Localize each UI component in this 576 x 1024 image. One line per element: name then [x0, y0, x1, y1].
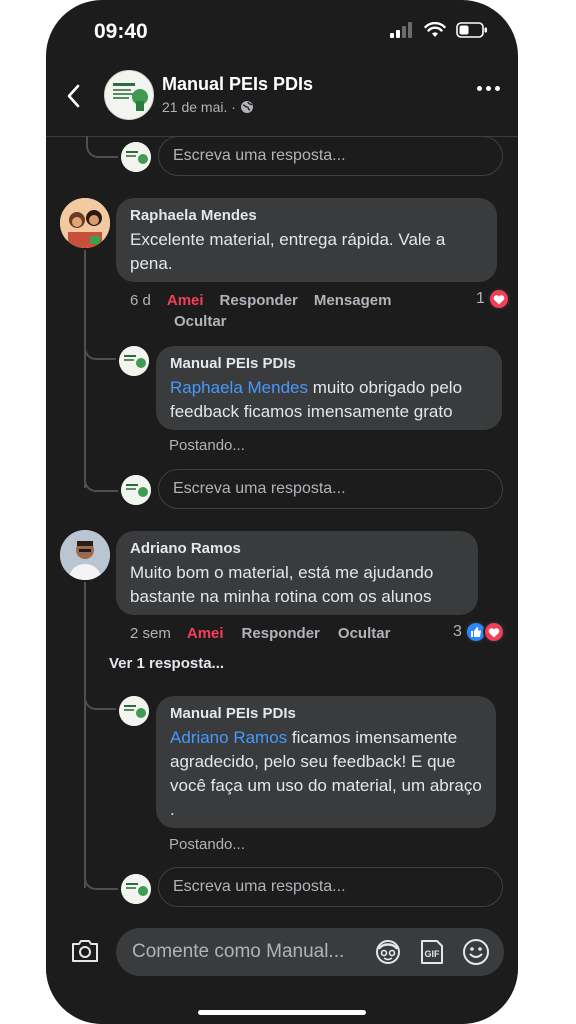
emoji-icon[interactable] [462, 938, 490, 966]
reply-button[interactable]: Responder [242, 625, 320, 642]
page-name[interactable]: Manual PEIs PDIs [162, 74, 313, 95]
react-button[interactable]: Amei [187, 625, 224, 642]
comment-author[interactable]: Raphaela Mendes [130, 207, 483, 224]
svg-text:GIF: GIF [425, 949, 441, 959]
reply-button[interactable]: Responder [220, 292, 298, 309]
avatar[interactable] [60, 198, 110, 248]
reply-avatar [121, 142, 151, 172]
comment-text: Muito bom o material, está me ajudando b… [130, 563, 434, 606]
thread-connector [84, 336, 116, 360]
thread-line [84, 250, 86, 488]
back-arrow-icon[interactable] [64, 82, 84, 110]
comment-bubble[interactable]: Adriano Ramos Muito bom o material, está… [116, 531, 478, 615]
reply-avatar[interactable] [119, 696, 149, 726]
view-replies-link[interactable]: Ver 1 resposta... [109, 655, 224, 672]
battery-icon [456, 22, 487, 38]
comment-actions: 2 sem Amei Responder Ocultar [130, 623, 390, 644]
thread-connector [84, 686, 116, 710]
home-indicator[interactable] [198, 1010, 366, 1015]
heart-icon [487, 288, 510, 310]
reaction-summary[interactable]: 1 [476, 288, 510, 310]
posting-status: Postando... [169, 836, 245, 853]
comment-time: 6 d [130, 292, 151, 309]
heart-icon [482, 621, 505, 643]
reaction-count: 3 [453, 623, 462, 640]
post-meta: 21 de mai. · [162, 99, 254, 115]
status-icons [390, 22, 488, 38]
reply-text: Adriano Ramos ficamos imensamente agrade… [170, 726, 482, 822]
reply-input[interactable]: Escreva uma resposta... [158, 136, 503, 176]
reply-author[interactable]: Manual PEIs PDIs [170, 355, 488, 372]
post-date: 21 de mai. · [162, 99, 236, 115]
post-header: Manual PEIs PDIs 21 de mai. · [46, 56, 518, 137]
hide-button[interactable]: Ocultar [338, 625, 391, 642]
comment-placeholder: Comente como Manual... [132, 941, 345, 962]
reply-author[interactable]: Manual PEIs PDIs [170, 705, 482, 722]
mention-link[interactable]: Raphaela Mendes [170, 378, 308, 397]
comment-author[interactable]: Adriano Ramos [130, 540, 464, 557]
comment-composer: Comente como Manual... GIF [46, 918, 518, 1024]
page-logo-icon [105, 71, 153, 119]
gif-icon[interactable]: GIF [418, 938, 446, 966]
reply-input[interactable]: Escreva uma resposta... [158, 867, 503, 907]
page-avatar[interactable] [104, 70, 154, 120]
globe-icon [240, 101, 253, 113]
thread-connector [84, 868, 118, 890]
comment-time: 2 sem [130, 625, 171, 642]
signal-icon [390, 22, 412, 38]
hide-button[interactable]: Ocultar [174, 313, 227, 330]
thread-connector [84, 470, 118, 492]
reaction-summary[interactable]: 3 [453, 621, 505, 643]
comment-bubble[interactable]: Raphaela Mendes Excelente material, entr… [116, 198, 497, 282]
comment-text: Excelente material, entrega rápida. Vale… [130, 230, 446, 273]
message-button[interactable]: Mensagem [314, 292, 392, 309]
reply-bubble[interactable]: Manual PEIs PDIs Adriano Ramos ficamos i… [156, 696, 496, 828]
thread-connector [86, 136, 118, 158]
thread-line [84, 582, 86, 888]
avatar[interactable] [60, 530, 110, 580]
reply-avatar[interactable] [119, 346, 149, 376]
reply-bubble[interactable]: Manual PEIs PDIs Raphaela Mendes muito o… [156, 346, 502, 430]
posting-status: Postando... [169, 437, 245, 454]
comment-actions: 6 d Amei Responder Mensagem Ocultar [130, 290, 420, 332]
phone-screen: 09:40 Manual PEIs PDIs 21 de mai. · Escr… [46, 0, 518, 1024]
mention-link[interactable]: Adriano Ramos [170, 728, 287, 747]
reply-input[interactable]: Escreva uma resposta... [158, 469, 503, 509]
avatar-sticker-icon[interactable] [374, 938, 402, 966]
status-time: 09:40 [94, 20, 148, 43]
reaction-count: 1 [476, 290, 485, 307]
reply-text: Raphaela Mendes muito obrigado pelo feed… [170, 376, 488, 424]
reply-avatar [121, 475, 151, 505]
more-icon[interactable] [477, 86, 500, 91]
wifi-icon [424, 22, 446, 37]
reply-avatar [121, 874, 151, 904]
react-button[interactable]: Amei [167, 292, 204, 309]
camera-icon[interactable] [70, 938, 100, 964]
